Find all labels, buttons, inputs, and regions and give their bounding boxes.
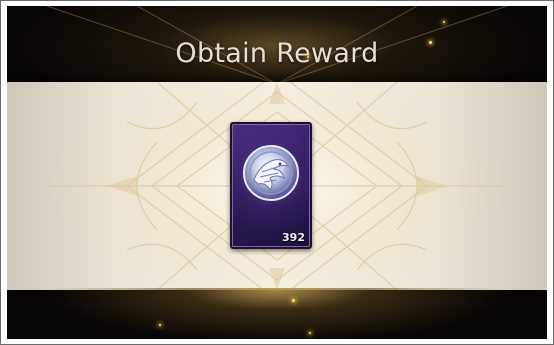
sparkle	[159, 324, 161, 326]
sparkle	[309, 332, 311, 334]
sparkle	[429, 41, 432, 44]
reward-title: Obtain Reward	[175, 38, 379, 69]
reward-item-card[interactable]: 392	[230, 122, 312, 249]
sparkle	[443, 21, 445, 23]
reward-popup[interactable]: Obtain Reward 392	[7, 6, 547, 339]
item-count: 392	[282, 231, 305, 244]
sparkle	[307, 56, 309, 58]
sparkle	[292, 299, 295, 302]
dragon-medallion-icon	[243, 145, 299, 201]
bottom-glow	[7, 288, 547, 339]
screenshot-frame: Obtain Reward 392	[0, 0, 554, 345]
